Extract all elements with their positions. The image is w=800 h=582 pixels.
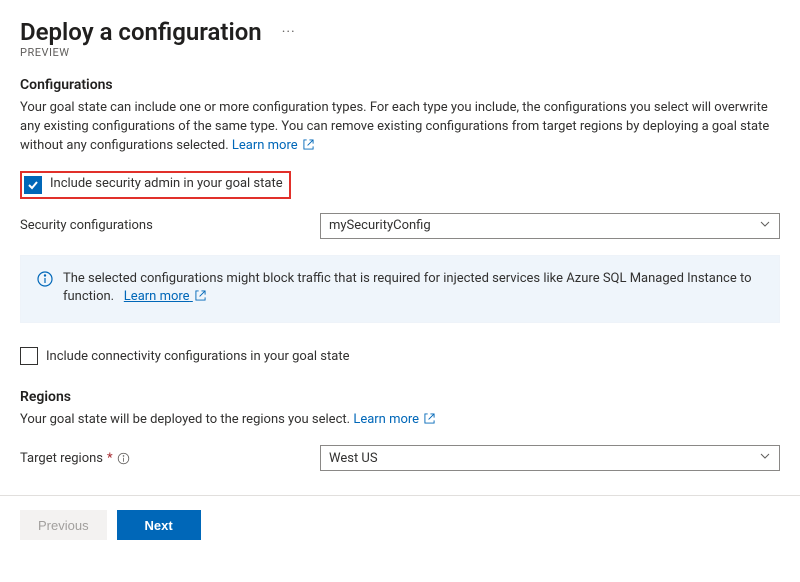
page-title: Deploy a configuration [20, 18, 262, 46]
configurations-learn-more-link[interactable]: Learn more [232, 138, 314, 153]
chevron-down-icon [759, 218, 771, 234]
include-connectivity-checkbox[interactable] [20, 347, 38, 365]
include-security-highlight: Include security admin in your goal stat… [20, 171, 291, 199]
regions-description-text: Your goal state will be deployed to the … [20, 412, 350, 427]
target-regions-value: West US [329, 451, 378, 466]
previous-button[interactable]: Previous [20, 510, 107, 540]
regions-heading: Regions [20, 389, 780, 405]
security-configurations-dropdown[interactable]: mySecurityConfig [320, 213, 780, 239]
target-regions-label: Target regions * [20, 451, 320, 466]
target-regions-dropdown[interactable]: West US [320, 445, 780, 471]
include-connectivity-label: Include connectivity configurations in y… [46, 349, 350, 364]
regions-description: Your goal state will be deployed to the … [20, 411, 780, 431]
info-icon [37, 270, 53, 309]
external-link-icon [424, 412, 435, 431]
preview-badge: PREVIEW [20, 46, 780, 59]
banner-learn-more-text: Learn more [124, 289, 190, 304]
banner-learn-more-link[interactable]: Learn more [124, 289, 206, 304]
external-link-icon [195, 289, 206, 308]
info-icon[interactable] [117, 451, 130, 466]
security-configurations-label: Security configurations [20, 218, 320, 233]
next-button[interactable]: Next [117, 510, 201, 540]
external-link-icon [303, 138, 314, 157]
configurations-heading: Configurations [20, 77, 780, 93]
required-asterisk: * [107, 451, 113, 466]
configurations-description: Your goal state can include one or more … [20, 99, 780, 157]
chevron-down-icon [759, 450, 771, 466]
regions-learn-more-link[interactable]: Learn more [353, 412, 435, 427]
regions-learn-more-text: Learn more [353, 412, 419, 427]
info-banner: The selected configurations might block … [20, 255, 780, 324]
configurations-description-text: Your goal state can include one or more … [20, 100, 769, 153]
include-security-checkbox[interactable] [24, 176, 42, 194]
wizard-footer: Previous Next [0, 496, 800, 558]
target-regions-label-text: Target regions [20, 451, 103, 466]
configurations-learn-more-text: Learn more [232, 138, 298, 153]
include-security-label: Include security admin in your goal stat… [50, 176, 283, 194]
security-configurations-value: mySecurityConfig [329, 218, 431, 233]
more-actions-button[interactable]: ··· [282, 24, 296, 40]
